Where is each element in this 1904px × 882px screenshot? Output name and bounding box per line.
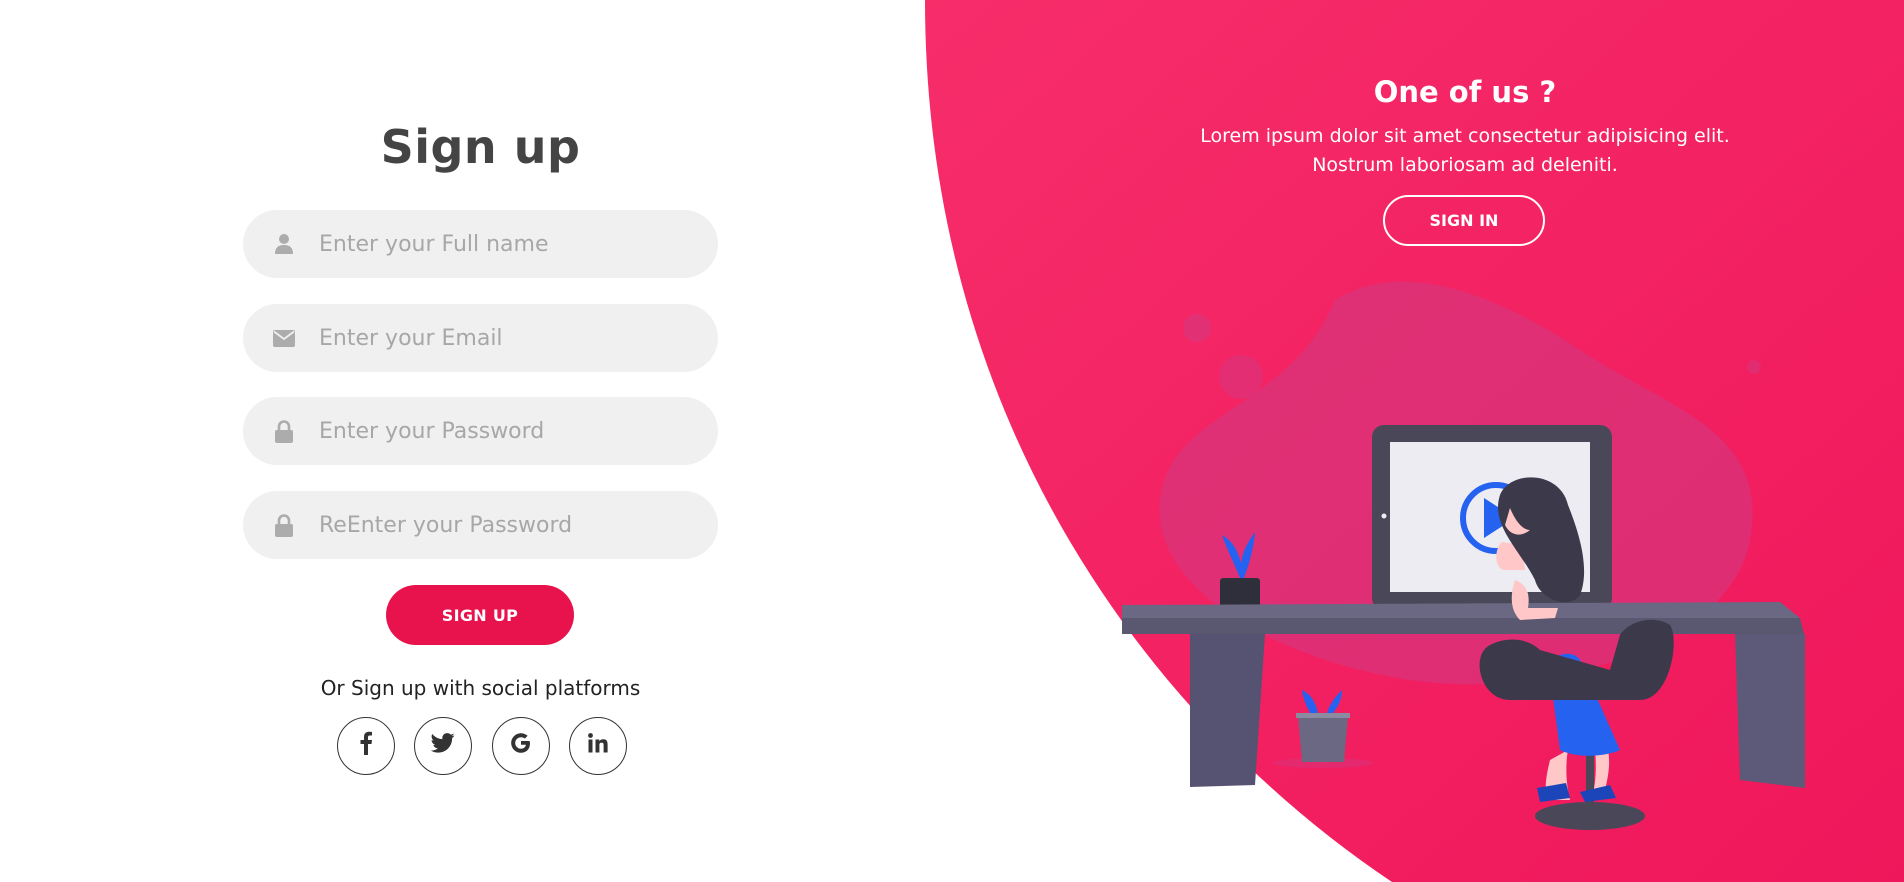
email-input[interactable] [319,325,699,351]
facebook-icon [359,731,373,761]
linkedin-icon [588,733,608,759]
desk [1122,602,1805,788]
reenter-password-input[interactable] [319,512,699,538]
twitter-icon [431,733,455,759]
fullname-input[interactable] [319,231,699,257]
password-field[interactable] [243,397,718,465]
signin-button[interactable]: SIGN IN [1383,195,1545,246]
fullname-field[interactable] [243,210,718,278]
bubble [1183,314,1211,342]
social-buttons [337,717,627,775]
linkedin-button[interactable] [568,717,627,775]
twitter-button[interactable] [414,717,473,775]
password-input[interactable] [319,418,699,444]
user-icon [273,233,295,255]
email-field[interactable] [243,304,718,372]
floor-plant [1273,690,1373,768]
google-button[interactable] [491,717,550,775]
bubble [1219,355,1263,399]
envelope-icon [273,327,295,349]
bubble [1747,360,1761,374]
reenter-password-field[interactable] [243,491,718,559]
signup-button[interactable]: SIGN UP [386,585,574,645]
google-icon [510,732,532,760]
desk-illustration [1122,281,1805,830]
lock-icon [273,419,295,443]
lock-icon [273,513,295,537]
signup-title: Sign up [380,120,581,174]
social-signup-text: Or Sign up with social platforms [320,676,641,700]
panel-description: Lorem ipsum dolor sit amet consectetur a… [1200,125,1730,176]
facebook-button[interactable] [337,717,395,775]
panel-title: One of us ? [1373,75,1557,109]
